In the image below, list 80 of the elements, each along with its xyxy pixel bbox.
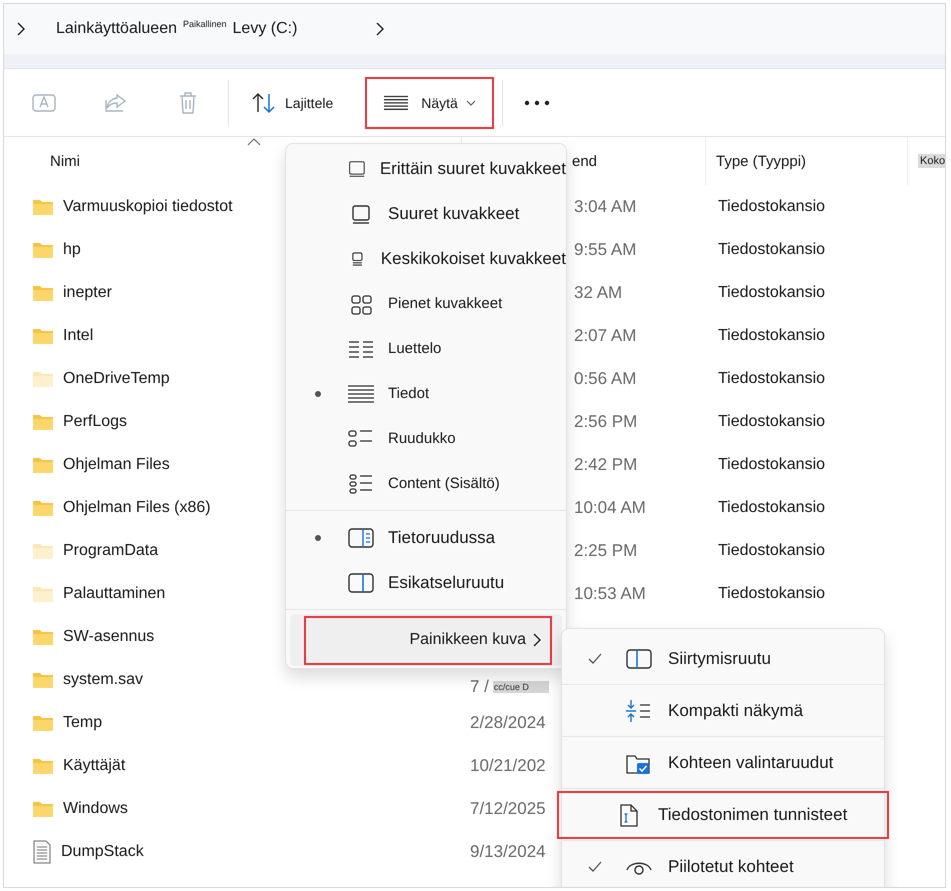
details-pane-icon	[346, 526, 376, 550]
check-icon	[588, 861, 602, 873]
file-name[interactable]: PerfLogs	[63, 412, 128, 430]
menu-item[interactable]: Kompakti näkymä	[562, 687, 884, 735]
breadcrumb-item[interactable]: Lainkäyttöalueen	[56, 20, 177, 38]
check-icon	[588, 653, 602, 665]
file-name[interactable]: Temp	[63, 714, 102, 732]
menu-item[interactable]: Pienet kuvakkeet	[286, 281, 566, 326]
type-cell-text: Tiedostokansio	[717, 498, 826, 516]
file-name[interactable]: Windows	[63, 800, 128, 818]
menu-item[interactable]: Siirtymisruutu	[562, 635, 884, 683]
type-cell-text: Tiedostokansio	[717, 412, 826, 430]
date-cell: 32 AM	[574, 282, 622, 302]
file-name[interactable]: Palauttaminen	[63, 584, 166, 602]
view-button[interactable]: Näytä	[365, 76, 494, 128]
caret-icon	[466, 100, 476, 106]
date-cell: 9/13/2024	[470, 842, 546, 862]
file-name[interactable]: Ohjelman Files	[63, 456, 170, 474]
date-cell: 3:04 AM	[574, 196, 636, 216]
menu-item[interactable]: Tiedostonimen tunnisteet	[557, 791, 889, 839]
date-cell: 10:53 AM	[574, 584, 646, 604]
file-name[interactable]: system.sav	[63, 670, 144, 688]
date-note: cc/cue D	[492, 680, 549, 692]
file-name[interactable]: ProgramData	[63, 542, 158, 560]
menu-item[interactable]: Piilotetut kohteet	[562, 843, 884, 887]
date-cell: 7/12/2025	[470, 798, 546, 818]
column-header[interactable]: Type (Tyyppi)	[716, 152, 806, 170]
sort-caret-icon	[247, 138, 261, 146]
breadcrumb-item[interactable]: Levy (C:)	[232, 20, 298, 38]
file-name[interactable]: Käyttäjät	[63, 756, 126, 774]
type-cell-text: Tiedostokansio	[717, 542, 826, 558]
type-cell-text: Tiedostokansio	[717, 198, 826, 214]
file-name[interactable]: Varmuuskopioi tiedostot	[63, 198, 233, 216]
file-name[interactable]: Intel	[63, 326, 94, 344]
sort-button[interactable]: Lajittele	[239, 82, 346, 122]
menu-item[interactable]: Suuret kuvakkeet	[286, 191, 566, 236]
type-cell-text: Tiedostokansio	[717, 456, 826, 472]
menu-item[interactable]: Erittäin suuret kuvakkeet	[286, 146, 566, 191]
menu-item[interactable]: Esikatseluruutu	[286, 560, 566, 605]
menu-item[interactable]: Ruudukko	[286, 416, 566, 461]
file-name[interactable]: hp	[63, 240, 81, 258]
date-cell: 2:42 PM	[574, 454, 638, 474]
details-icon	[383, 94, 410, 110]
chevron-icon	[375, 22, 386, 36]
menu-item[interactable]: Tietoruudussa	[286, 515, 566, 560]
menu-item[interactable]: Content (Sisältö)	[286, 461, 566, 506]
file-name[interactable]: inepter	[63, 284, 112, 302]
type-cell-text: Tiedostokansio	[717, 370, 826, 386]
type-cell-text: Tiedostokansio	[717, 240, 826, 258]
more-icon	[524, 100, 550, 106]
date-cell: 2:56 PM	[574, 412, 638, 432]
date-cell: 10/21/202	[470, 756, 546, 776]
column-header[interactable]: Koko	[918, 154, 945, 168]
type-cell-text: Tiedostokansio	[717, 584, 826, 602]
menu-item[interactable]: Keskikokoiset kuvakkeet	[286, 236, 566, 281]
date-cell: 7 /	[470, 676, 489, 696]
column-header[interactable]: Nimi	[50, 152, 80, 170]
date-cell: 9:55 AM	[574, 240, 636, 260]
date-cell: 2:25 PM	[574, 540, 638, 560]
pane-icon	[624, 647, 654, 671]
menu-item[interactable]: Kohteen valintaruudut	[562, 739, 884, 787]
date-cell: 0:56 AM	[574, 368, 636, 388]
file-name[interactable]: DumpStack	[61, 842, 144, 860]
type-cell-text: Tiedostokansio	[717, 326, 826, 344]
column-header[interactable]: end	[572, 152, 598, 170]
sort-icon	[251, 92, 277, 114]
date-cell: 2:07 AM	[574, 326, 636, 346]
chevron-icon	[532, 633, 542, 647]
breadcrumb-item[interactable]: Paikallinen	[182, 19, 227, 29]
menu-item[interactable]: Luettelo	[286, 326, 566, 371]
file-name[interactable]: Ohjelman Files (x86)	[63, 498, 211, 516]
date-cell: 2/28/2024	[470, 712, 546, 732]
type-cell-text: Tiedostokansio	[717, 284, 826, 300]
menu-item[interactable]: Tiedot	[286, 371, 566, 416]
file-name[interactable]: SW-asennus	[63, 628, 154, 646]
preview-pane-icon	[346, 570, 376, 594]
date-cell: 10:04 AM	[574, 498, 646, 518]
trash-icon	[177, 90, 199, 114]
file-name[interactable]: OneDriveTemp	[63, 370, 170, 388]
chevron-icon	[16, 22, 26, 36]
